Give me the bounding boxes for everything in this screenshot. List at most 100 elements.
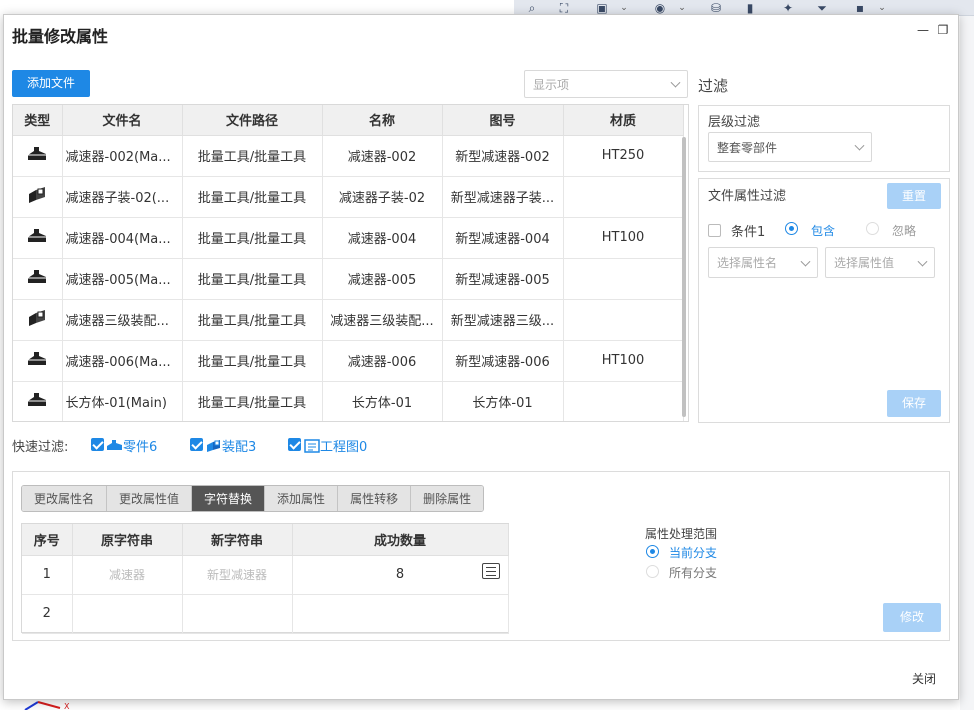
files-table-header: 类型 文件名 文件路径 名称 图号 材质 [13, 105, 684, 136]
new-string-input[interactable]: 新型减速器 [182, 555, 293, 595]
column-header-new-string: 新字符串 [182, 524, 293, 556]
table-row: 2 [22, 594, 509, 634]
dialog-title: 批量修改属性 [12, 27, 109, 46]
column-header-path[interactable]: 文件路径 [182, 105, 323, 136]
scope-all-branches-radio[interactable] [646, 565, 659, 578]
quick-filter-label: 快速过滤: [12, 440, 69, 455]
part-filter-link[interactable]: 零件6 [106, 436, 157, 455]
part-icon [28, 392, 47, 406]
cell-path: 批量工具/批量工具 [182, 176, 323, 218]
ignore-radio[interactable] [866, 222, 879, 235]
restore-icon[interactable]: ❐ [936, 23, 950, 37]
column-header-material[interactable]: 材质 [563, 105, 684, 136]
attr-name-select[interactable]: 选择属性名 [708, 247, 818, 278]
cell-name: 减速器-004 [322, 217, 443, 259]
cell-filename: 减速器-004(Ma... [62, 217, 183, 259]
part-icon [28, 269, 47, 283]
replace-table: 序号 原字符串 新字符串 成功数量 1 减速器 新型减速器 8 2 [21, 523, 509, 634]
cell-material [563, 258, 684, 300]
add-file-button[interactable]: 添加文件 [12, 70, 90, 97]
modify-button[interactable]: 修改 [883, 603, 941, 632]
level-filter-label: 层级过滤 [708, 115, 761, 130]
ignore-label: 忽略 [892, 224, 917, 238]
tab-transfer-property[interactable]: 属性转移 [338, 486, 412, 511]
chevron-down-icon [670, 77, 681, 88]
minimize-icon[interactable]: — [916, 23, 930, 37]
assembly-filter-checkbox[interactable] [190, 438, 203, 451]
tab-character-replace[interactable]: 字符替换 [192, 486, 266, 511]
condition-label: 条件1 [731, 225, 766, 240]
cell-filename: 减速器-005(Ma... [62, 258, 183, 300]
cell-path: 批量工具/批量工具 [182, 381, 323, 421]
level-filter-box: 层级过滤 整套零部件 [698, 105, 950, 172]
display-items-select[interactable]: 显示项 [524, 70, 688, 98]
cell-path: 批量工具/批量工具 [182, 299, 323, 341]
table-row[interactable]: 长方体-01(Main) 批量工具/批量工具 长方体-01 长方体-01 [13, 381, 684, 421]
part-icon [28, 146, 47, 160]
table-row[interactable]: 减速器-002(Ma... 批量工具/批量工具 减速器-002 新型减速器-00… [13, 135, 684, 177]
scope-label: 属性处理范围 [645, 527, 718, 541]
assembly-filter-link[interactable]: 装配3 [205, 436, 256, 455]
column-header-filename[interactable]: 文件名 [62, 105, 183, 136]
cell-drawing-no: 新型减速器三级... [442, 299, 564, 341]
old-string-input[interactable]: 减速器 [72, 555, 183, 595]
old-string-input[interactable] [72, 594, 183, 634]
table-row[interactable]: 减速器-005(Ma... 批量工具/批量工具 减速器-005 新型减速器-00… [13, 258, 684, 300]
cell-filename: 减速器子装-02(... [62, 176, 183, 218]
tab-change-property-value[interactable]: 更改属性值 [107, 486, 193, 511]
table-row[interactable]: 减速器-004(Ma... 批量工具/批量工具 减速器-004 新型减速器-00… [13, 217, 684, 259]
condition-checkbox[interactable] [708, 224, 721, 237]
drawing-filter-label: 工程图0 [320, 440, 368, 455]
cell-filename: 长方体-01(Main) [62, 381, 183, 421]
cell-success-count [292, 594, 509, 634]
column-header-index: 序号 [22, 524, 73, 556]
cell-name: 减速器-006 [322, 340, 443, 382]
part-icon [107, 440, 122, 450]
cell-path: 批量工具/批量工具 [182, 340, 323, 382]
cell-material: HT100 [563, 340, 684, 382]
cell-name: 减速器三级装配... [322, 299, 443, 341]
cell-index: 2 [22, 594, 73, 634]
level-filter-value: 整套零部件 [717, 140, 778, 155]
cell-filename: 减速器三级装配... [62, 299, 183, 341]
tab-add-property[interactable]: 添加属性 [265, 486, 339, 511]
attr-value-select[interactable]: 选择属性值 [825, 247, 935, 278]
cell-name: 减速器子装-02 [322, 176, 443, 218]
include-radio[interactable] [785, 222, 798, 235]
filter-title: 过滤 [698, 77, 729, 95]
column-header-name[interactable]: 名称 [322, 105, 443, 136]
close-button[interactable]: 关闭 [912, 670, 936, 687]
table-row[interactable]: 减速器三级装配... 批量工具/批量工具 减速器三级装配... 新型减速器三级.… [13, 299, 684, 341]
chevron-down-icon [917, 256, 928, 267]
level-filter-select[interactable]: 整套零部件 [708, 132, 872, 162]
assembly-icon [29, 309, 46, 326]
display-items-placeholder: 显示项 [533, 77, 570, 92]
files-table: 类型 文件名 文件路径 名称 图号 材质 减速器-002(Ma... 批量工具/… [12, 104, 689, 422]
table-row[interactable]: 减速器-006(Ma... 批量工具/批量工具 减速器-006 新型减速器-00… [13, 340, 684, 382]
cell-drawing-no: 新型减速器-005 [442, 258, 564, 300]
success-count-value: 8 [395, 567, 405, 582]
cell-material [563, 176, 684, 218]
reset-button[interactable]: 重置 [887, 183, 941, 209]
drawing-icon [304, 438, 320, 453]
chevron-down-icon [854, 140, 865, 151]
column-header-type[interactable]: 类型 [13, 105, 63, 136]
files-table-scrollbar[interactable] [682, 137, 686, 417]
tab-rename-property[interactable]: 更改属性名 [22, 486, 108, 511]
edit-tabs: 更改属性名 更改属性值 字符替换 添加属性 属性转移 删除属性 [21, 485, 485, 512]
save-button[interactable]: 保存 [887, 390, 941, 417]
drawing-filter-checkbox[interactable] [288, 438, 301, 451]
new-string-input[interactable] [182, 594, 293, 634]
tab-delete-property[interactable]: 删除属性 [411, 486, 484, 511]
part-filter-checkbox[interactable] [91, 438, 104, 451]
drawing-filter-link[interactable]: 工程图0 [304, 436, 367, 455]
cell-name: 长方体-01 [322, 381, 443, 421]
list-details-icon[interactable] [481, 562, 500, 579]
column-header-drawing-no[interactable]: 图号 [442, 105, 564, 136]
table-row[interactable]: 减速器子装-02(... 批量工具/批量工具 减速器子装-02 新型减速器子装.… [13, 176, 684, 218]
part-icon [28, 351, 47, 365]
batch-edit-properties-dialog: 批量修改属性 — ❐ 添加文件 显示项 类型 文件名 文件路径 名称 图号 材质 [3, 14, 959, 700]
file-attr-filter-box: 文件属性过滤 重置 条件1 包含 忽略 选择属性名 选择属性值 保存 [698, 178, 950, 423]
scope-current-branch-radio[interactable] [646, 545, 659, 558]
attr-value-placeholder: 选择属性值 [834, 256, 895, 270]
